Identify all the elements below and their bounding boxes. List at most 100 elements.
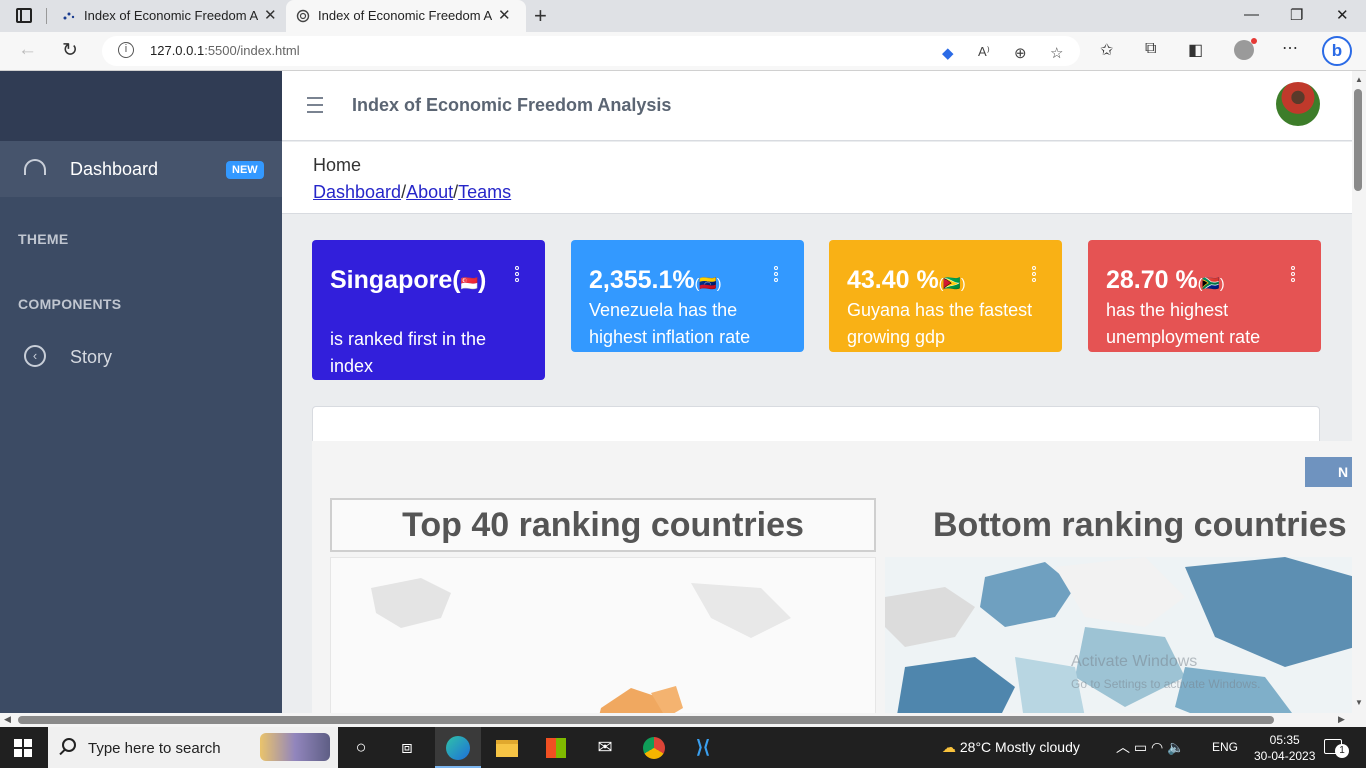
stat-value: 2,355.1%(🇻🇪) [589,266,721,295]
stat-value: 28.70 %(🇿🇦) [1106,266,1225,295]
viz-title-bottom: Bottom ranking countries [933,506,1347,544]
browser-tab-2[interactable]: Index of Economic Freedom Ana ✕ [286,0,526,32]
url-field[interactable]: i 127.0.0.1:5500/index.html ◆ A⁾ ⊕ ☆ [102,36,1080,66]
taskbar-search-box[interactable]: Type here to search [48,727,338,768]
scroll-thumb[interactable] [1354,89,1362,191]
loading-dots-icon [63,12,75,20]
windows-taskbar: Type here to search ○ ⧈ ✉ ⟩⟨ ☁ 28°C Most… [0,727,1366,768]
browser-tab-1[interactable]: Index of Economic Freedom Ana ✕ [52,0,292,32]
world-map-graphic [371,578,791,713]
collections-icon[interactable]: ⧉ [1145,40,1156,58]
notification-center-icon[interactable]: 1 [1324,739,1349,758]
main-content: Index of Economic Freedom Analysis Home … [282,71,1352,713]
url-text[interactable]: 127.0.0.1:5500/index.html [150,43,300,58]
more-menu-icon[interactable]: ⋯ [1282,38,1298,58]
site-info-icon[interactable]: i [118,42,134,58]
tab-title: Index of Economic Freedom Ana [84,8,258,23]
url-path: :5500/index.html [204,43,300,58]
user-avatar[interactable] [1276,82,1320,126]
tableau-embed[interactable]: N Top 40 ranking countries Bottom rankin… [312,441,1352,713]
breadcrumb-links: Dashboard/About/Teams [313,182,511,203]
microsoft-store-icon[interactable] [533,727,579,768]
hamburger-menu-icon[interactable] [307,97,323,118]
viz-nav-button[interactable]: N [1305,457,1352,487]
stat-value: 43.40 %(🇬🇾) [847,266,966,295]
battery-icon[interactable]: ▭ [1134,739,1147,755]
bing-chat-icon[interactable]: b [1322,36,1352,66]
tab-actions-icon[interactable] [16,8,32,23]
read-aloud-icon[interactable]: A⁾ [978,44,990,60]
card-options-icon[interactable] [1032,266,1036,284]
stat-description: Venezuela has the highest inflation rate [589,300,751,347]
breadcrumb-home: Home [313,155,362,175]
refresh-icon[interactable]: ↻ [62,39,78,62]
windows-start-icon[interactable] [14,739,32,757]
notification-count: 1 [1335,744,1349,758]
tray-icons: ︿ ▭ ◠ 🔈 [1116,727,1185,768]
close-tab-icon[interactable]: ✕ [264,6,277,24]
weather-text: 28°C Mostly cloudy [959,739,1080,755]
stat-description: is ranked first in the index [330,329,487,376]
shopping-tag-icon[interactable]: ◆ [942,44,954,62]
scroll-thumb[interactable] [18,716,1274,724]
search-placeholder: Type here to search [88,740,221,757]
top-40-map[interactable] [330,557,876,713]
restore-icon[interactable]: ❐ [1290,6,1303,24]
cortana-icon[interactable]: ○ [338,727,384,768]
breadcrumb: Home Dashboard/About/Teams [282,142,1352,214]
search-highlight-graphic [260,733,330,761]
profile-avatar-icon[interactable] [1234,38,1257,60]
mail-icon[interactable]: ✉ [582,727,628,768]
file-explorer-icon[interactable] [484,727,530,768]
minimize-icon[interactable]: — [1244,6,1259,23]
stat-value-text: Singapore( [330,266,461,294]
system-clock[interactable]: 05:35 30-04-2023 [1254,732,1315,764]
vertical-scrollbar[interactable]: ▲ ▼ [1352,71,1366,713]
add-favorite-icon[interactable]: ☆ [1050,44,1063,62]
zoom-icon[interactable]: ⊕ [1014,44,1027,62]
search-icon [62,738,76,752]
horizontal-scrollbar[interactable]: ◀ ▶ [0,713,1366,727]
stat-card-unemployment: 28.70 %(🇿🇦) has the highest unemployment… [1088,240,1321,352]
card-options-icon[interactable] [774,266,778,284]
card-options-icon[interactable] [515,266,519,284]
favorites-icon[interactable]: ✩ [1100,40,1113,60]
stat-value: Singapore(🇸🇬) [330,266,486,295]
stat-description: has the highest unemployment rate [1106,300,1261,347]
bottom-ranking-map[interactable]: Activate Windows Go to Settings to activ… [885,557,1352,713]
breadcrumb-link-dashboard[interactable]: Dashboard [313,182,401,202]
volume-icon[interactable]: 🔈 [1167,739,1184,755]
weather-widget[interactable]: ☁ 28°C Mostly cloudy [942,727,1080,768]
scroll-up-icon[interactable]: ▲ [1355,75,1363,84]
activate-windows-watermark: Activate Windows [1071,653,1198,670]
close-window-icon[interactable]: ✕ [1336,6,1349,24]
split-screen-icon[interactable]: ◧ [1188,40,1203,60]
sidebar: Dashboard NEW THEME COMPONENTS ‹ Story [0,71,282,713]
show-hidden-icons-icon[interactable]: ︿ [1116,739,1130,755]
wifi-icon[interactable]: ◠ [1151,739,1163,755]
stat-value-text: 28.70 % [1106,266,1198,294]
tab-separator [46,8,47,24]
url-host: 127.0.0.1 [150,43,205,58]
sidebar-section-components: COMPONENTS [18,296,122,312]
back-icon[interactable]: ← [18,39,37,61]
card-options-icon[interactable] [1291,266,1295,284]
language-indicator[interactable]: ENG [1212,727,1238,768]
chrome-icon[interactable] [631,727,677,768]
task-view-icon[interactable]: ⧈ [384,727,430,768]
scroll-down-icon[interactable]: ▼ [1355,698,1363,707]
edge-browser-icon[interactable] [435,727,481,768]
clock-time: 05:35 [1269,733,1300,747]
sidebar-section-theme: THEME [18,231,69,247]
breadcrumb-link-teams[interactable]: Teams [458,182,511,202]
stat-value-text: 2,355.1% [589,266,695,294]
vscode-icon[interactable]: ⟩⟨ [680,727,726,768]
chevron-circle-icon: ‹ [24,345,46,367]
scroll-left-icon[interactable]: ◀ [4,714,11,725]
scroll-right-icon[interactable]: ▶ [1338,714,1345,725]
close-tab-icon[interactable]: ✕ [498,6,511,24]
breadcrumb-link-about[interactable]: About [406,182,453,202]
new-tab-icon[interactable]: + [534,3,547,29]
clock-date: 30-04-2023 [1254,749,1316,763]
sidebar-item-dashboard[interactable]: Dashboard NEW [0,141,282,197]
